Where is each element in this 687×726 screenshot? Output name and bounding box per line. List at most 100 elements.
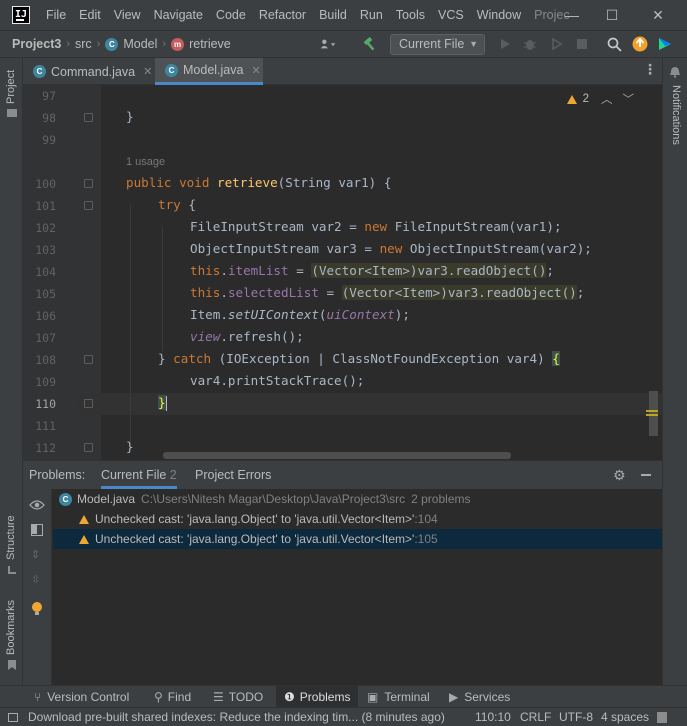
line-number: 111 <box>35 419 56 433</box>
menu-tools[interactable]: Tools <box>390 8 432 22</box>
code-line-110: } <box>158 395 167 411</box>
gear-icon[interactable]: ⚙ <box>613 467 626 484</box>
run-configuration-select[interactable]: Current File ▼ <box>390 34 485 55</box>
caret-position[interactable]: 110:10 <box>475 708 511 726</box>
menu-refactor[interactable]: Refactor <box>253 8 313 22</box>
panel-toggle-icon[interactable] <box>8 713 18 722</box>
breadcrumb-retrieve[interactable]: retrieve <box>189 37 231 51</box>
close-tab-icon[interactable]: ✕ <box>251 64 260 77</box>
lock-icon[interactable] <box>657 712 667 723</box>
eye-icon[interactable] <box>29 499 45 513</box>
debug-icon[interactable] <box>522 36 538 52</box>
warning-icon <box>566 94 577 104</box>
notifications-tool-button[interactable]: Notifications <box>670 85 682 145</box>
tab-project-errors[interactable]: Project Errors <box>195 461 271 489</box>
problems-tool-button[interactable]: ❶ Problems <box>276 686 359 708</box>
code-line-104: this.itemList = (Vector<Item>)var3.readO… <box>190 263 554 278</box>
maximize-button[interactable]: ☐ <box>589 0 635 30</box>
user-icon[interactable] <box>320 36 336 52</box>
breadcrumb: Project3 › src › C Model › m retrieve <box>12 37 231 51</box>
menu-edit[interactable]: Edit <box>73 8 108 22</box>
run-icon[interactable] <box>497 36 513 52</box>
line-number: 105 <box>35 287 56 301</box>
indent-setting[interactable]: 4 spaces <box>601 708 649 726</box>
horizontal-scrollbar[interactable] <box>163 452 511 459</box>
menu-file[interactable]: File <box>40 8 73 22</box>
warning-stripe-marker[interactable] <box>646 414 658 416</box>
fold-marker-icon[interactable] <box>84 113 93 122</box>
find-tool-button[interactable]: ⚲ Find <box>154 686 191 708</box>
breadcrumb-src[interactable]: src <box>75 37 92 51</box>
fold-marker-icon[interactable] <box>84 399 93 408</box>
structure-tool-button[interactable]: Structure <box>5 515 17 560</box>
problem-item-selected[interactable]: Unchecked cast: 'java.lang.Object' to 'j… <box>53 529 662 549</box>
fold-marker-icon[interactable] <box>84 355 93 364</box>
usages-hint[interactable]: 1 usage <box>126 156 165 168</box>
menu-vcs[interactable]: VCS <box>432 8 471 22</box>
problems-panel: Problems: Current File 2 Project Errors … <box>23 460 662 686</box>
chevron-right-icon: › <box>66 38 71 50</box>
inspection-widget[interactable]: 2 ︿ ﹀ <box>566 91 635 107</box>
jetbrains-ai-icon[interactable] <box>657 36 673 52</box>
version-control-tool-button[interactable]: ⑂ Version Control <box>34 686 129 708</box>
tab-model-java[interactable]: C Model.java ✕ <box>155 58 263 85</box>
todo-tool-button[interactable]: ☰ TODO <box>213 686 263 708</box>
notifications-bell-icon[interactable] <box>670 66 680 78</box>
unchecked-cast-highlight[interactable]: (Vector<Item>)var3.readObject() <box>341 285 577 300</box>
build-hammer-icon[interactable] <box>362 36 378 52</box>
code-editor[interactable]: 97 98 99 100 101 102 103 104 105 106 107… <box>23 85 662 460</box>
stop-icon[interactable] <box>574 36 590 52</box>
warning-stripe-marker[interactable] <box>646 410 658 412</box>
menu-window[interactable]: Window <box>471 8 528 22</box>
line-separator[interactable]: CRLF <box>520 708 551 726</box>
expand-all-icon[interactable]: ⇕ <box>31 549 43 561</box>
fold-marker-icon[interactable] <box>84 443 93 452</box>
tab-current-file[interactable]: Current File 2 <box>101 461 177 489</box>
line-number: 104 <box>35 265 56 279</box>
services-tool-button[interactable]: ▶ Services <box>449 686 510 708</box>
next-highlight-icon[interactable]: ﹀ <box>623 91 635 107</box>
line-number: 100 <box>35 177 56 191</box>
preview-icon[interactable] <box>31 524 43 536</box>
project-tool-button[interactable]: Project <box>5 70 17 104</box>
collapse-all-icon[interactable]: ⇳ <box>31 574 43 586</box>
problems-file-row[interactable]: C Model.java C:\Users\Nitesh Magar\Deskt… <box>53 489 662 509</box>
menu-build[interactable]: Build <box>313 8 354 22</box>
close-tab-icon[interactable]: ✕ <box>143 65 152 78</box>
coverage-icon[interactable] <box>549 36 565 52</box>
folder-icon <box>7 109 17 117</box>
run-configuration-label: Current File <box>399 37 465 51</box>
code-line-106: Item.setUIContext(uiContext); <box>190 307 410 322</box>
unchecked-cast-highlight[interactable]: (Vector<Item>)var3.readObject() <box>311 263 547 278</box>
menu-run[interactable]: Run <box>354 8 390 22</box>
line-number: 101 <box>35 199 56 213</box>
class-icon: C <box>33 65 46 78</box>
tool-label: Version Control <box>47 690 130 704</box>
class-icon: C <box>105 37 119 51</box>
menu-view[interactable]: View <box>108 8 148 22</box>
code-line-102: FileInputStream var2 = new FileInputStre… <box>190 219 562 234</box>
fold-marker-icon[interactable] <box>84 179 93 188</box>
menu-navigate[interactable]: Navigate <box>148 8 210 22</box>
hide-panel-icon[interactable] <box>641 474 651 476</box>
problem-item[interactable]: Unchecked cast: 'java.lang.Object' to 'j… <box>53 509 662 529</box>
more-tabs-icon[interactable]: ⋮ <box>643 62 657 76</box>
line-number: 109 <box>35 375 56 389</box>
bookmark-icon <box>8 660 16 670</box>
warning-icon <box>79 534 89 544</box>
terminal-tool-button[interactable]: ▣ Terminal <box>367 686 430 708</box>
bookmarks-tool-button[interactable]: Bookmarks <box>5 600 17 655</box>
lightbulb-icon[interactable] <box>31 601 43 619</box>
close-window-button[interactable]: ✕ <box>635 0 681 30</box>
search-icon[interactable] <box>606 36 622 52</box>
breadcrumb-model[interactable]: Model <box>123 37 157 51</box>
update-icon[interactable] <box>632 36 648 52</box>
tab-command-java[interactable]: C Command.java ✕ <box>23 58 153 85</box>
menu-code[interactable]: Code <box>210 8 253 22</box>
status-message[interactable]: Download pre-built shared indexes: Reduc… <box>28 708 448 726</box>
file-encoding[interactable]: UTF-8 <box>559 708 593 726</box>
previous-highlight-icon[interactable]: ︿ <box>601 91 613 107</box>
fold-marker-icon[interactable] <box>84 201 93 210</box>
breadcrumb-project[interactable]: Project3 <box>12 37 61 51</box>
problems-title: Problems: <box>29 468 86 482</box>
